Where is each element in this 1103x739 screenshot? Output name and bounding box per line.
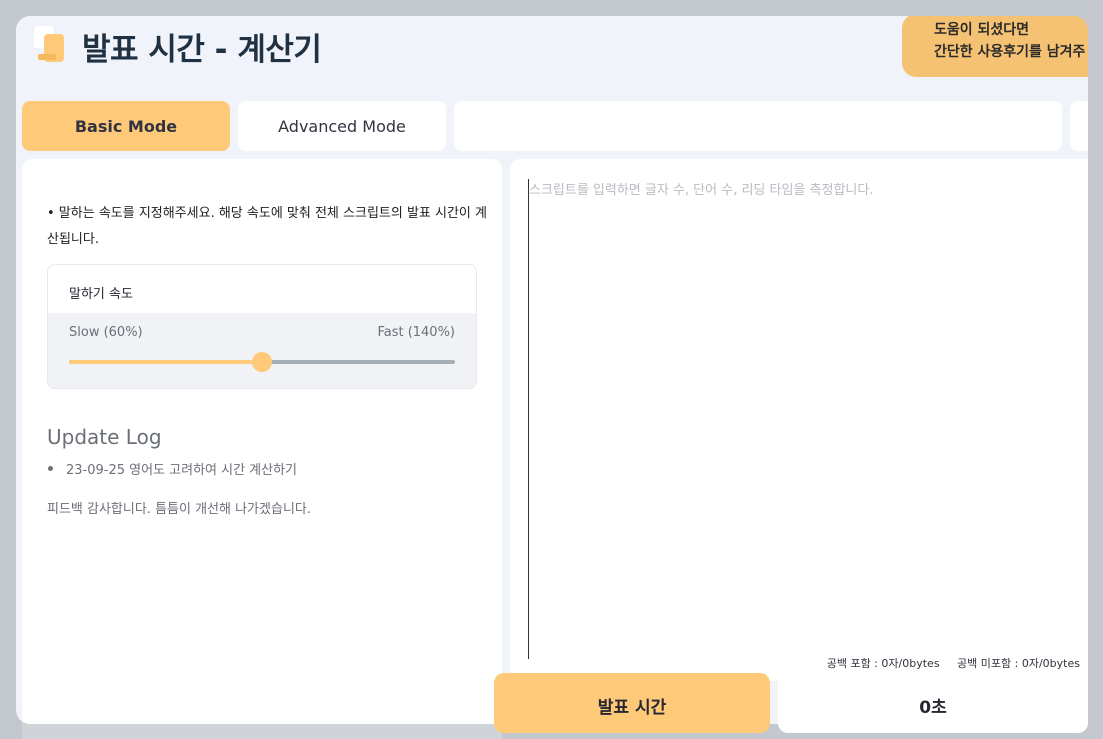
app-window: 발표 시간 - 계산기 도움이 되셨다면 간단한 사용후기를 남겨주 Basic… [16, 16, 1088, 724]
tab-more[interactable]: 개 [1070, 101, 1088, 151]
presentation-time-result: 0초 [778, 673, 1088, 733]
tab-advanced-mode[interactable]: Advanced Mode [238, 101, 446, 151]
feedback-line-1: 도움이 되셨다면 [934, 22, 1030, 38]
app-logo-icon [30, 22, 68, 62]
speed-label: 말하기 속도 [48, 265, 476, 313]
update-log-item: 23-09-25 영어도 고려하여 시간 계산하기 [47, 459, 297, 478]
thanks-message: 피드백 감사합니다. 틈틈이 개선해 나가겠습니다. [47, 502, 311, 517]
presentation-time-button[interactable]: 발표 시간 [494, 673, 770, 733]
feedback-banner[interactable]: 도움이 되셨다면 간단한 사용후기를 남겨주 [902, 16, 1088, 77]
update-log-title: Update Log [47, 425, 162, 449]
script-input[interactable] [528, 179, 1088, 659]
slider-labels: Slow (60%) Fast (140%) [48, 313, 476, 353]
character-counts: 공백 포함 : 0자/0bytes 공백 미포함 : 0자/0bytes [827, 655, 1080, 671]
speed-description: • 말하는 속도를 지정해주세요. 해당 속도에 맞춰 전체 스크립트의 발표 … [47, 206, 487, 247]
feedback-line-2: 간단한 사용후기를 남겨주 [934, 44, 1086, 60]
mode-tabs: Basic Mode Advanced Mode 개 [22, 101, 1088, 151]
speed-slider-thumb[interactable] [252, 352, 272, 372]
settings-panel: • 말하는 속도를 지정해주세요. 해당 속도에 맞춰 전체 스크립트의 발표 … [22, 159, 502, 724]
count-without-spaces: 공백 미포함 : 0자/0bytes [957, 657, 1080, 670]
speed-slider-fill [69, 360, 262, 364]
update-log-list: 23-09-25 영어도 고려하여 시간 계산하기 [47, 459, 297, 478]
count-with-spaces: 공백 포함 : 0자/0bytes [826, 657, 940, 670]
script-editor-panel: 공백 포함 : 0자/0bytes 공백 미포함 : 0자/0bytes [510, 159, 1088, 681]
speed-slider-track[interactable] [69, 352, 455, 372]
page-title: 발표 시간 - 계산기 [82, 32, 322, 68]
tab-basic-mode[interactable]: Basic Mode [22, 101, 230, 151]
slider-max-label: Fast (140%) [377, 325, 455, 340]
slider-min-label: Slow (60%) [69, 325, 143, 340]
tab-empty[interactable] [454, 101, 1062, 151]
header: 발표 시간 - 계산기 도움이 되셨다면 간단한 사용후기를 남겨주 [16, 16, 1088, 100]
speed-control: 말하기 속도 Slow (60%) Fast (140%) [47, 264, 477, 389]
